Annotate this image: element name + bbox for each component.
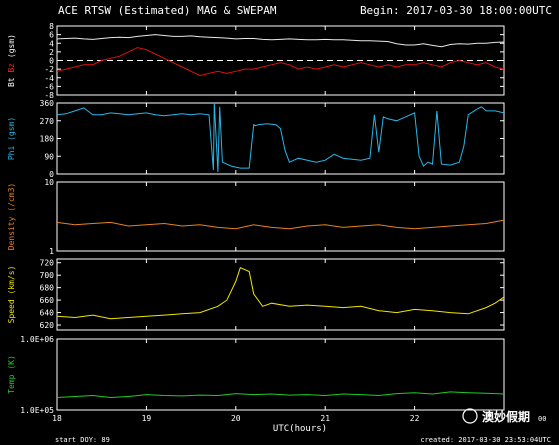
- x-tick-label: 21: [320, 414, 330, 423]
- x-axis-title: UTC(hours): [273, 424, 327, 434]
- watermark-text: 澳妙假期: [482, 409, 530, 424]
- y-axis-title-part: Temp (K): [7, 355, 16, 394]
- y-tick-label: 700: [40, 271, 55, 280]
- begin-time: Begin: 2017-03-30 18:00:00UTC: [360, 4, 552, 17]
- y-tick-label: 0: [49, 57, 54, 66]
- y-tick-label: 10: [44, 178, 54, 187]
- y-axis-title: Temp (K): [7, 355, 16, 394]
- y-tick-label: 6: [49, 31, 54, 40]
- y-tick-label: 2: [49, 48, 54, 57]
- y-tick-label: 8: [49, 22, 54, 31]
- y-tick-label: 660: [40, 296, 55, 305]
- y-tick-label: 640: [40, 309, 55, 318]
- y-tick-label: 620: [40, 321, 55, 330]
- y-axis-title: Speed (km/s): [7, 266, 16, 324]
- start-doy: start DOY: 89: [55, 436, 110, 444]
- y-tick-label: -2: [44, 65, 54, 74]
- x-tick-label: 20: [231, 414, 241, 423]
- y-tick-label: 680: [40, 284, 55, 293]
- y-axis-title-part: Density (/cm3): [7, 183, 16, 250]
- y-tick-label: -4: [44, 74, 54, 83]
- y-axis-title: Bt Bz (gsm): [7, 34, 16, 87]
- x-tick-label: 22: [410, 414, 420, 423]
- x-tick-label: 19: [142, 414, 152, 423]
- y-axis-title: Density (/cm3): [7, 183, 16, 250]
- y-axis-title: Phi (gsm): [7, 117, 16, 160]
- y-tick-label: 720: [40, 259, 55, 268]
- chart-background: [0, 0, 559, 445]
- y-tick-label: 180: [40, 135, 55, 144]
- chart-title: ACE RTSW (Estimated) MAG & SWEPAM: [58, 4, 277, 17]
- watermark-suffix: 00: [538, 415, 546, 423]
- x-tick-label: 18: [52, 414, 62, 423]
- y-tick-label: 360: [40, 99, 55, 108]
- y-axis-title-part: Bz: [7, 58, 16, 72]
- y-axis-title-part: Phi (gsm): [7, 117, 16, 160]
- y-tick-label: 1.0E+05: [20, 406, 54, 415]
- y-tick-label: 90: [44, 152, 54, 161]
- y-tick-label: -6: [44, 82, 54, 91]
- y-tick-label: 1: [49, 247, 54, 256]
- y-tick-label: 270: [40, 117, 55, 126]
- y-tick-label: 1.0E+06: [20, 335, 54, 344]
- y-axis-title-part: Speed (km/s): [7, 266, 16, 324]
- y-axis-title-part: Bt: [7, 73, 16, 87]
- y-tick-label: 4: [49, 39, 54, 48]
- created-time: created: 2017-03-30 23:53:04UTC: [420, 436, 551, 444]
- ace-rtsw-chart: ACE RTSW (Estimated) MAG & SWEPAM Begin:…: [0, 0, 559, 445]
- y-axis-title-part: (gsm): [7, 34, 16, 58]
